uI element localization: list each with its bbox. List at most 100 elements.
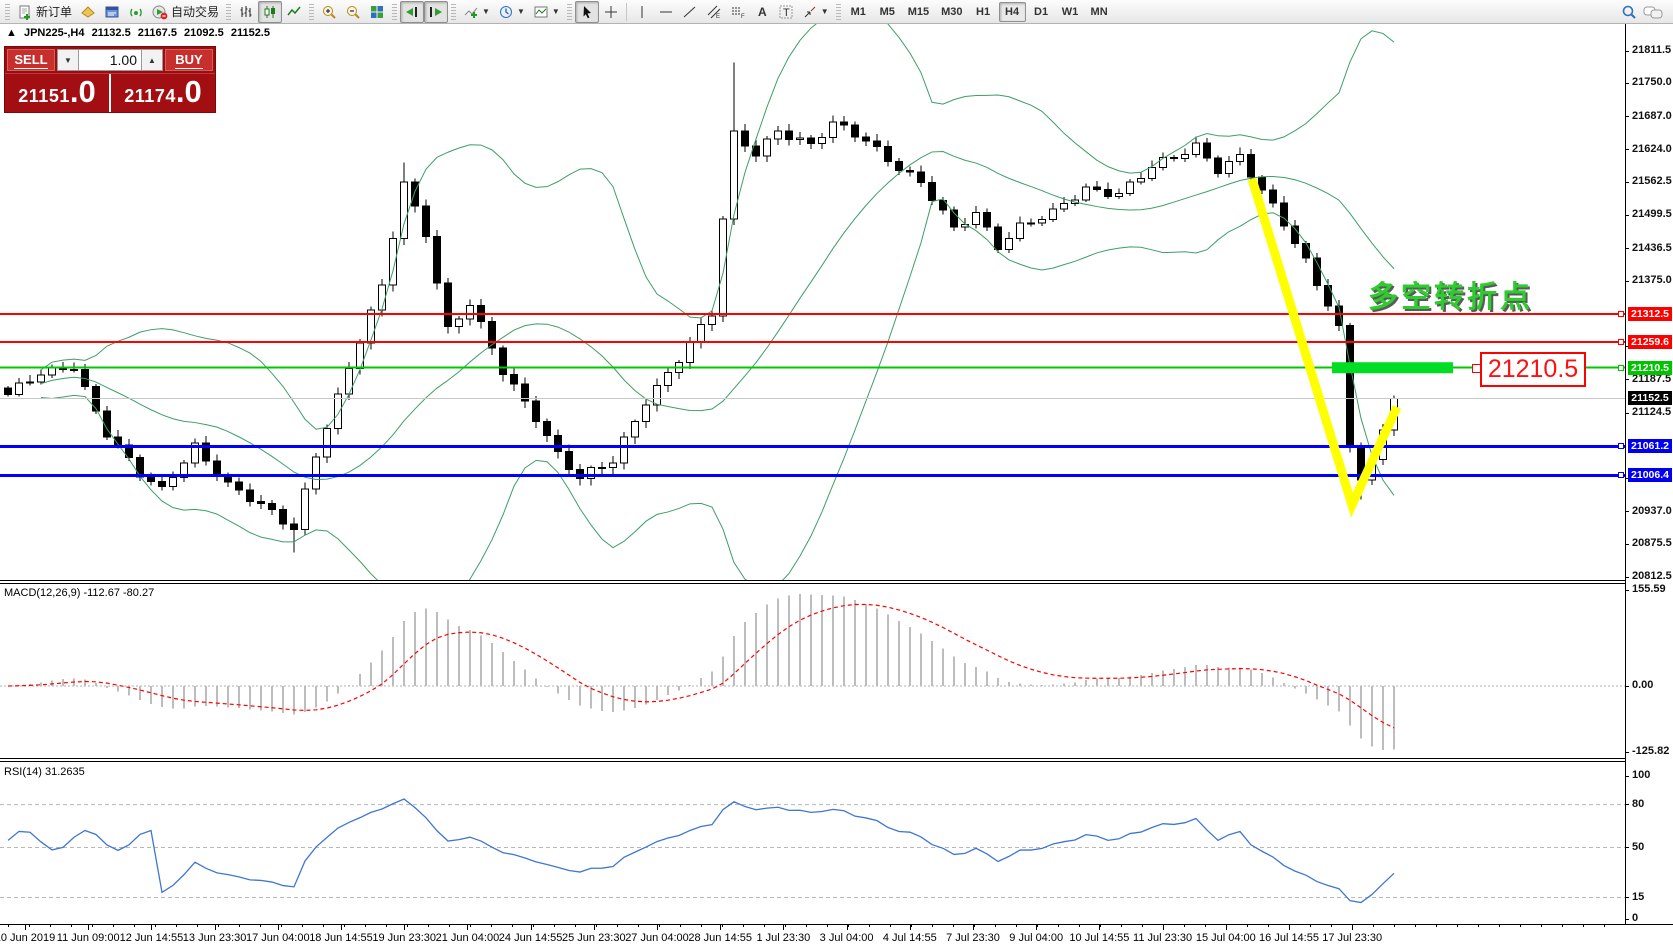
horizontal-line-tool-button[interactable] bbox=[654, 1, 678, 23]
time-minor-tick bbox=[218, 925, 219, 927]
time-minor-tick bbox=[113, 925, 114, 927]
zoom-in-button[interactable] bbox=[317, 1, 341, 23]
time-axis-label: 28 Jun 14:55 bbox=[688, 932, 752, 944]
zoom-out-icon bbox=[345, 4, 361, 20]
signals-button[interactable] bbox=[124, 1, 148, 23]
volume-input[interactable] bbox=[79, 49, 141, 71]
volume-down-button[interactable]: ▼ bbox=[57, 49, 79, 71]
arrows-tool-button[interactable]: ▼ bbox=[798, 1, 833, 23]
timeframe-button-MN[interactable]: MN bbox=[1086, 2, 1113, 22]
market-watch-button[interactable] bbox=[76, 1, 100, 23]
auto-scroll-button[interactable] bbox=[400, 1, 424, 23]
candlestick-chart-button[interactable] bbox=[258, 1, 282, 23]
chat-icon[interactable] bbox=[1643, 4, 1663, 20]
line-chart-button[interactable] bbox=[282, 1, 306, 23]
chart-shift-button[interactable] bbox=[424, 1, 448, 23]
new-order-button[interactable]: 新订单 bbox=[13, 1, 76, 23]
vertical-line-tool-button[interactable] bbox=[630, 1, 654, 23]
candle-bull bbox=[456, 319, 463, 327]
timeframe-button-H4[interactable]: H4 bbox=[999, 2, 1026, 22]
label-tool-button[interactable]: T bbox=[774, 1, 798, 23]
bollinger-lower bbox=[41, 199, 1394, 580]
candle-bull bbox=[379, 285, 386, 310]
tile-windows-button[interactable] bbox=[365, 1, 389, 23]
time-minor-tick bbox=[176, 925, 177, 927]
candle-bull bbox=[27, 382, 34, 383]
price-tick-label: 20937.0 bbox=[1632, 505, 1672, 517]
green-level-bar[interactable] bbox=[1332, 362, 1453, 373]
candle-bull bbox=[643, 405, 650, 422]
candle-bear bbox=[247, 490, 254, 501]
crosshair-tool-button[interactable] bbox=[599, 1, 623, 23]
time-minor-tick bbox=[953, 925, 954, 927]
rsi-panel-plot[interactable] bbox=[0, 762, 1625, 924]
new-order-label: 新订单 bbox=[36, 3, 72, 20]
line-anchor-handle[interactable] bbox=[1618, 443, 1624, 449]
sell-button[interactable]: SELL bbox=[7, 49, 55, 71]
timeframe-button-M1[interactable]: M1 bbox=[845, 2, 872, 22]
time-axis[interactable]: 10 Jun 201911 Jun 09:0012 Jun 14:5513 Ju… bbox=[0, 924, 1673, 950]
price-tag-anchor[interactable] bbox=[1472, 364, 1481, 373]
candle-bull bbox=[1182, 154, 1189, 158]
line-anchor-handle[interactable] bbox=[1618, 365, 1624, 371]
price-tag-label[interactable]: 21210.5 bbox=[1480, 352, 1586, 387]
rsi-tick-mark bbox=[1625, 776, 1629, 777]
trendline-tool-button[interactable] bbox=[678, 1, 702, 23]
channel-tool-button[interactable]: E bbox=[702, 1, 726, 23]
volume-up-button[interactable]: ▲ bbox=[141, 49, 163, 71]
time-axis-label: 18 Jun 14:55 bbox=[309, 932, 373, 944]
time-minor-tick bbox=[1520, 925, 1521, 927]
time-major-tick bbox=[847, 925, 848, 930]
panel-separator[interactable] bbox=[0, 580, 1625, 584]
timeframe-button-D1[interactable]: D1 bbox=[1028, 2, 1055, 22]
line-anchor-handle[interactable] bbox=[1618, 311, 1624, 317]
price-tick-mark bbox=[1625, 544, 1629, 545]
macd-signal-line bbox=[8, 604, 1394, 727]
candle-bull bbox=[16, 383, 23, 394]
navigator-button[interactable] bbox=[100, 1, 124, 23]
price-tick-label: 20812.5 bbox=[1632, 570, 1672, 582]
candle-bull bbox=[1226, 162, 1233, 174]
price-badge: 21152.5 bbox=[1628, 391, 1672, 405]
timeframe-button-M30[interactable]: M30 bbox=[936, 2, 967, 22]
equidistant-channel-icon: E bbox=[706, 4, 722, 20]
sell-price[interactable]: 21151 .0 bbox=[5, 74, 111, 112]
time-minor-tick bbox=[1121, 925, 1122, 927]
search-icon[interactable] bbox=[1621, 4, 1637, 20]
buy-price[interactable]: 21174 .0 bbox=[111, 74, 215, 112]
indicators-button[interactable]: ▼ bbox=[459, 1, 494, 23]
time-major-tick bbox=[657, 925, 658, 930]
candle-bull bbox=[1050, 209, 1057, 219]
candle-bear bbox=[984, 213, 991, 228]
line-anchor-handle[interactable] bbox=[1618, 472, 1624, 478]
time-minor-tick bbox=[1100, 925, 1101, 927]
line-anchor-handle[interactable] bbox=[1618, 339, 1624, 345]
fibonacci-tool-button[interactable]: F bbox=[726, 1, 750, 23]
price-tick-label: 21562.5 bbox=[1632, 175, 1672, 187]
zoom-out-button[interactable] bbox=[341, 1, 365, 23]
candle-bull bbox=[346, 368, 353, 394]
templates-button[interactable]: ▼ bbox=[529, 1, 564, 23]
timeframe-button-H1[interactable]: H1 bbox=[970, 2, 997, 22]
candlestick-chart-icon bbox=[262, 4, 278, 20]
bar-chart-button[interactable] bbox=[234, 1, 258, 23]
symbol-direction-icon: ▲ bbox=[6, 27, 17, 39]
svg-text:F: F bbox=[741, 14, 745, 20]
text-tool-button[interactable]: A bbox=[750, 1, 774, 23]
timeframe-button-M15[interactable]: M15 bbox=[903, 2, 934, 22]
periods-button[interactable]: ▼ bbox=[494, 1, 529, 23]
chart-annotation-text[interactable]: 多空转折点 bbox=[1368, 272, 1533, 316]
rsi-axis-label: 0 bbox=[1632, 912, 1638, 924]
buy-button[interactable]: BUY bbox=[165, 49, 213, 71]
timeframe-button-W1[interactable]: W1 bbox=[1057, 2, 1084, 22]
cursor-tool-button[interactable] bbox=[575, 1, 599, 23]
autotrade-button[interactable]: 自动交易 bbox=[148, 1, 223, 23]
price-axis[interactable]: 21811.521750.021687.021624.021562.521499… bbox=[1626, 24, 1673, 924]
timeframe-button-M5[interactable]: M5 bbox=[874, 2, 901, 22]
candle-bear bbox=[742, 131, 749, 146]
horizontal-line-icon bbox=[658, 4, 674, 20]
macd-panel-plot[interactable] bbox=[0, 585, 1625, 758]
time-axis-label: 10 Jul 14:55 bbox=[1069, 932, 1129, 944]
price-tick-label: 21750.0 bbox=[1632, 76, 1672, 88]
time-minor-tick bbox=[1331, 925, 1332, 927]
